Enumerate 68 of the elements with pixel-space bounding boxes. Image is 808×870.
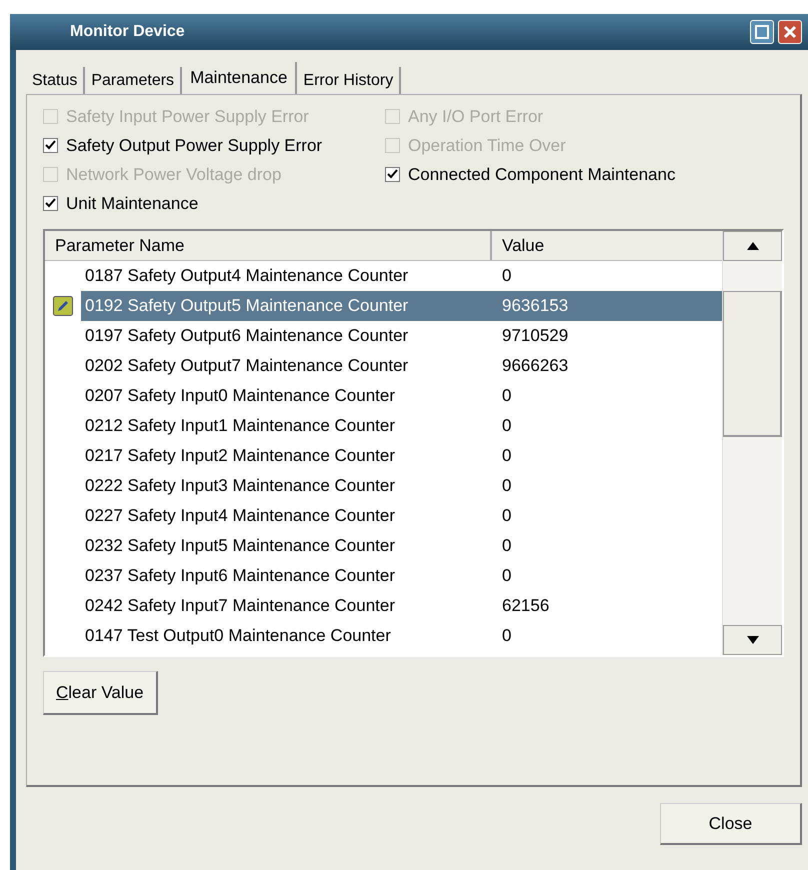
table-cell-text: 9666263 xyxy=(501,355,570,378)
table-row[interactable]: 0147 Test Output0 Maintenance Counter 0 xyxy=(45,621,722,651)
table-cell-text: 0197 Safety Output6 Maintenance Counter xyxy=(84,325,410,348)
scroll-up-icon[interactable] xyxy=(746,242,758,250)
checkbox-label: Connected Component Maintenanc xyxy=(408,164,676,186)
table-row[interactable]: 0232 Safety Input5 Maintenance Counter 0 xyxy=(45,531,722,561)
checkbox[interactable] xyxy=(385,167,400,182)
maximize-button[interactable] xyxy=(750,20,774,44)
table-cell-text: 0 xyxy=(501,415,512,438)
checkmark-icon xyxy=(387,169,398,180)
table-row[interactable]: 0207 Safety Input0 Maintenance Counter 0 xyxy=(45,381,722,411)
table-cell-text: 0227 Safety Input4 Maintenance Counter xyxy=(84,505,396,528)
close-button[interactable]: Close xyxy=(660,803,802,845)
table-cell-text: 0207 Safety Input0 Maintenance Counter xyxy=(84,385,396,408)
table-row[interactable]: 0227 Safety Input4 Maintenance Counter 0 xyxy=(45,501,722,531)
checkbox[interactable] xyxy=(43,196,58,211)
table-cell-text: 0147 Test Output0 Maintenance Counter xyxy=(84,625,392,648)
table-row[interactable]: 0197 Safety Output6 Maintenance Counter 9710529 xyxy=(45,321,722,351)
checkbox-label: Any I/O Port Error xyxy=(408,106,544,128)
table-cell-text: 0 xyxy=(501,535,512,558)
table-cell-text: 0 xyxy=(501,385,512,408)
clear-value-button[interactable]: Clear Value xyxy=(43,671,158,715)
checkbox-label: Operation Time Over xyxy=(408,134,566,157)
column-header[interactable]: Parameter Name xyxy=(45,231,492,260)
table-row[interactable]: 0212 Safety Input1 Maintenance Counter 0 xyxy=(45,411,722,441)
column-header[interactable]: Value xyxy=(492,231,722,260)
table-cell-text: 0 xyxy=(501,475,512,498)
table-row[interactable]: 0187 Safety Output4 Maintenance Counter 0 xyxy=(45,261,722,291)
table-cell: 9636153 xyxy=(492,291,722,321)
table-cell-text: 0 xyxy=(501,445,512,468)
table-row[interactable]: 0242 Safety Input7 Maintenance Counter 62156 xyxy=(45,591,722,621)
table-cell-text: 0212 Safety Input1 Maintenance Counter xyxy=(84,415,396,438)
table-cell-text: 0 xyxy=(501,565,512,588)
checkmark-icon xyxy=(45,198,56,209)
table-cell-text: 0237 Safety Input6 Maintenance Counter xyxy=(84,565,396,588)
table-cell-text: 0187 Safety Output4 Maintenance Counter xyxy=(84,265,410,288)
checkbox-label: Safety Input Power Supply Error xyxy=(66,106,309,128)
table-row[interactable]: 0217 Safety Input2 Maintenance Counter 0 xyxy=(45,441,722,471)
scroll-thumb[interactable] xyxy=(723,291,782,437)
scroll-down-icon[interactable] xyxy=(746,636,758,644)
tab[interactable]: Status xyxy=(26,67,86,94)
table-cell-text: 0217 Safety Input2 Maintenance Counter xyxy=(84,445,396,468)
table-cell-text: 0 xyxy=(501,265,512,288)
table-row[interactable]: 0192 Safety Output5 Maintenance Counter 9636153 xyxy=(45,291,722,321)
table-row[interactable]: 0222 Safety Input3 Maintenance Counter 0 xyxy=(45,471,722,501)
close-window-button[interactable] xyxy=(778,20,802,44)
table-cell-text: 0202 Safety Output7 Maintenance Counter xyxy=(84,355,410,378)
checkmark-icon xyxy=(45,140,56,151)
table-cell-text: 0232 Safety Input5 Maintenance Counter xyxy=(84,535,396,558)
table-cell-text: 0242 Safety Input7 Maintenance Counter xyxy=(84,595,396,618)
table-cell-text: 0222 Safety Input3 Maintenance Counter xyxy=(84,475,396,498)
checkbox-label: Unit Maintenance xyxy=(66,192,198,215)
maximize-icon xyxy=(755,25,769,39)
table-cell-text: 0 xyxy=(501,505,512,528)
table-row[interactable]: 0202 Safety Output7 Maintenance Counter 9666263 xyxy=(45,351,722,381)
pencil-icon xyxy=(53,296,73,316)
checkbox[interactable] xyxy=(43,138,58,153)
checkbox-label: Network Power Voltage drop xyxy=(66,164,282,186)
table-cell-text: 0 xyxy=(501,625,512,648)
close-icon xyxy=(783,25,797,39)
scrollbar[interactable] xyxy=(722,231,782,655)
table-cell-text: 62156 xyxy=(501,595,550,618)
table-row[interactable]: 0237 Safety Input6 Maintenance Counter 0 xyxy=(45,561,722,591)
table-cell: 0192 Safety Output5 Maintenance Counter xyxy=(81,291,492,321)
tab[interactable]: Error History xyxy=(297,67,402,94)
window-title: Monitor Device xyxy=(70,22,186,42)
table-cell-text: 9710529 xyxy=(501,325,570,348)
checkbox-label: Safety Output Power Supply Error xyxy=(66,134,322,157)
